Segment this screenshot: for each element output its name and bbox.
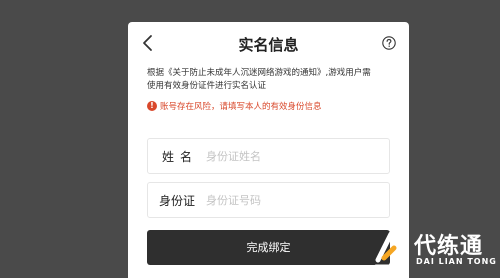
risk-warning-text: 账号存在风险，请填写本人的有效身份信息 [160,102,322,112]
dialog-title: 实名信息 [238,36,299,54]
watermark-brand-text: 代练通 [414,234,484,259]
risk-warning: ! 账号存在风险，请填写本人的有效身份信息 [147,100,322,112]
help-icon[interactable] [382,36,396,50]
dailiantong-logo-icon [374,231,408,268]
id-card-field-label: 身份证 [158,193,195,208]
id-card-field[interactable]: 身份证 [147,182,390,218]
name-input[interactable] [206,149,376,163]
complete-binding-button[interactable]: 完成绑定 [147,230,390,265]
notice-line-2: 使用有效身份证件进行实名认证 [147,81,267,91]
watermark-brand-pinyin: DAI LIAN TONG [416,257,497,266]
name-field-label: 姓名 [161,149,198,164]
notice-line-1: 根据《关于防止未成年人沉迷网络游戏的通知》,游戏用户需 [147,68,371,78]
dailiantong-watermark: 代练通 DAI LIAN TONG [372,226,498,276]
id-card-input[interactable] [206,193,376,207]
realname-notice: 根据《关于防止未成年人沉迷网络游戏的通知》,游戏用户需 使用有效身份证件进行实名… [147,67,397,93]
name-field[interactable]: 姓名 [147,138,390,174]
exclamation-icon: ! [147,101,157,111]
dialog-header: 实名信息 [128,22,409,66]
real-name-dialog: 实名信息 根据《关于防止未成年人沉迷网络游戏的通知》,游戏用户需 使用有效身份证… [128,22,409,278]
